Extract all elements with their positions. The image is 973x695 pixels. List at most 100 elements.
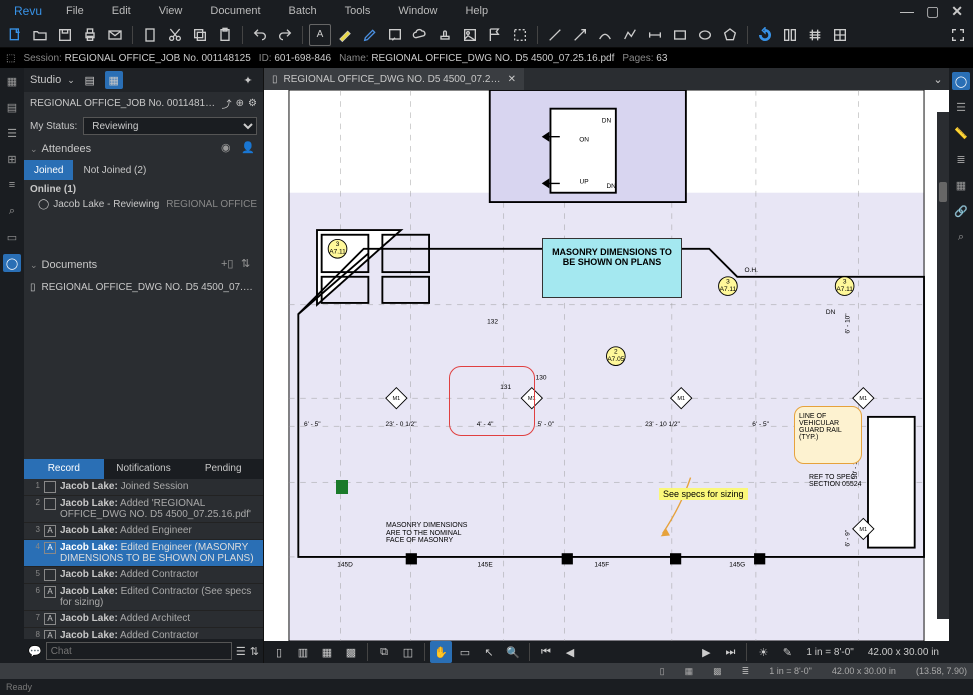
tab-joined[interactable]: Joined: [24, 160, 73, 180]
chat-input[interactable]: [46, 642, 232, 660]
align-icon[interactable]: [804, 24, 826, 46]
documents-header[interactable]: ⌄ Documents +▯ ⇅: [24, 254, 263, 276]
arc-icon[interactable]: [594, 24, 616, 46]
close-button[interactable]: ✕: [951, 3, 963, 20]
dropdown-icon[interactable]: ⌄: [67, 75, 75, 86]
calibrate-icon[interactable]: ✎: [776, 641, 798, 663]
rail-measure-icon[interactable]: 📏: [952, 124, 970, 142]
cloud-icon[interactable]: [409, 24, 431, 46]
line-icon[interactable]: [544, 24, 566, 46]
print-icon[interactable]: [79, 24, 101, 46]
grid-icon[interactable]: [829, 24, 851, 46]
save-icon[interactable]: [54, 24, 76, 46]
record-item[interactable]: 7AJacob Lake: Added Architect: [24, 611, 263, 628]
add-doc-icon[interactable]: +▯: [221, 257, 237, 273]
highlight-icon[interactable]: [334, 24, 356, 46]
ellipse-icon[interactable]: [694, 24, 716, 46]
rail-markups-icon[interactable]: ☰: [952, 98, 970, 116]
split-icon[interactable]: ◫: [397, 641, 419, 663]
status-layers-icon[interactable]: ≣: [742, 666, 750, 677]
drawing-canvas[interactable]: 3A7.11 3A7.11 3A7.11 2A7.05 M1 M1 M1 M1 …: [264, 90, 949, 641]
attendee-access-icon[interactable]: 👤: [241, 141, 257, 157]
rail-forms-icon[interactable]: ▭: [3, 228, 21, 246]
prev-page-icon[interactable]: ◀: [559, 641, 581, 663]
columns-icon[interactable]: [779, 24, 801, 46]
minimize-button[interactable]: —: [900, 3, 914, 20]
pen-icon[interactable]: [359, 24, 381, 46]
contractor-callout[interactable]: See specs for sizing: [659, 488, 748, 500]
menu-file[interactable]: File: [52, 5, 98, 17]
leave-icon[interactable]: ⤴: [222, 96, 232, 111]
rail-search-right-icon[interactable]: ⌕: [952, 228, 970, 246]
tab-record[interactable]: Record: [24, 459, 104, 479]
rail-properties-icon[interactable]: ≡: [3, 176, 21, 194]
rail-links-icon[interactable]: 🔗: [952, 202, 970, 220]
wand-icon[interactable]: ✦: [239, 71, 257, 89]
status-select[interactable]: Reviewing: [83, 117, 257, 135]
tab-not-joined[interactable]: Not Joined (2): [73, 160, 156, 180]
record-item[interactable]: 6AJacob Lake: Edited Contractor (See spe…: [24, 584, 263, 611]
record-item[interactable]: 4AJacob Lake: Edited Engineer (MASONRY D…: [24, 540, 263, 567]
cut-icon[interactable]: [164, 24, 186, 46]
record-list[interactable]: 1Jacob Lake: Joined Session2Jacob Lake: …: [24, 479, 263, 639]
polygon-icon[interactable]: [719, 24, 741, 46]
status-doc-icon[interactable]: ▯: [660, 666, 665, 677]
rail-file-icon[interactable]: ▦: [3, 72, 21, 90]
pointer-icon[interactable]: ↖: [478, 641, 500, 663]
note-icon[interactable]: [384, 24, 406, 46]
sessions-icon[interactable]: ▦: [105, 71, 123, 89]
vertical-scrollbar[interactable]: [937, 112, 949, 619]
fullscreen-icon[interactable]: [947, 24, 969, 46]
pan-icon[interactable]: ✋: [430, 641, 452, 663]
guard-rail-cloud[interactable]: LINE OF VEHICULAR GUARD RAIL (TYP.): [794, 406, 862, 464]
text-icon[interactable]: A: [309, 24, 331, 46]
image-icon[interactable]: [459, 24, 481, 46]
new-file-icon[interactable]: [4, 24, 26, 46]
open-file-icon[interactable]: [29, 24, 51, 46]
paste-icon[interactable]: [214, 24, 236, 46]
doc-sort-icon[interactable]: ⇅: [241, 257, 257, 273]
attendee-row[interactable]: ◯ Jacob Lake - Reviewing REGIONAL OFFICE: [30, 197, 257, 212]
menu-tools[interactable]: Tools: [331, 5, 385, 17]
document-tab[interactable]: ▯ REGIONAL OFFICE_DWG NO. D5 4500_07.25.…: [264, 68, 524, 90]
menu-view[interactable]: View: [145, 5, 197, 17]
tab-pending[interactable]: Pending: [183, 459, 263, 479]
record-item[interactable]: 1Jacob Lake: Joined Session: [24, 479, 263, 496]
rail-spaces-icon[interactable]: ▦: [952, 176, 970, 194]
record-item[interactable]: 2Jacob Lake: Added 'REGIONAL OFFICE_DWG …: [24, 496, 263, 523]
menu-edit[interactable]: Edit: [98, 5, 145, 17]
menu-batch[interactable]: Batch: [275, 5, 331, 17]
tab-dropdown-icon[interactable]: ⌄: [927, 68, 949, 90]
menu-window[interactable]: Window: [384, 5, 451, 17]
engineer-callout[interactable]: MASONRY DIMENSIONS TO BE SHOWN ON PLANS: [542, 238, 682, 298]
single-page-icon[interactable]: ▯: [268, 641, 290, 663]
dimension-icon[interactable]: [644, 24, 666, 46]
record-item[interactable]: 3AJacob Lake: Added Engineer: [24, 523, 263, 540]
maximize-button[interactable]: ▢: [926, 3, 939, 20]
follow-icon[interactable]: ⊕: [236, 98, 244, 109]
menu-help[interactable]: Help: [451, 5, 502, 17]
polyline-icon[interactable]: [619, 24, 641, 46]
first-page-icon[interactable]: ⏮: [535, 641, 557, 663]
select-icon[interactable]: ▭: [454, 641, 476, 663]
compare-icon[interactable]: ⧉: [373, 641, 395, 663]
flag-icon[interactable]: [484, 24, 506, 46]
rail-layers-icon[interactable]: ≣: [952, 150, 970, 168]
rotate-icon[interactable]: [754, 24, 776, 46]
settings-icon[interactable]: ⚙: [248, 98, 257, 109]
rail-thumbnails-icon[interactable]: ▤: [3, 98, 21, 116]
doc-item[interactable]: ▯ REGIONAL OFFICE_DWG NO. D5 4500_07.2…: [30, 280, 257, 295]
projects-icon[interactable]: ▤: [81, 71, 99, 89]
sort-icon[interactable]: ⇅: [250, 645, 259, 658]
undo-icon[interactable]: [249, 24, 271, 46]
menu-document[interactable]: Document: [196, 5, 274, 17]
rail-bookmarks-icon[interactable]: ☰: [3, 124, 21, 142]
record-item[interactable]: 5Jacob Lake: Added Contractor: [24, 567, 263, 584]
rail-search-icon[interactable]: ⌕: [3, 202, 21, 220]
stamp-icon[interactable]: [434, 24, 456, 46]
rect-icon[interactable]: [669, 24, 691, 46]
side-by-side-icon[interactable]: ▦: [316, 641, 338, 663]
attendees-header[interactable]: ⌄ Attendees ◉ 👤: [24, 138, 263, 160]
follow-attendee-icon[interactable]: ◉: [221, 141, 237, 157]
dimmer-icon[interactable]: ☀: [752, 641, 774, 663]
